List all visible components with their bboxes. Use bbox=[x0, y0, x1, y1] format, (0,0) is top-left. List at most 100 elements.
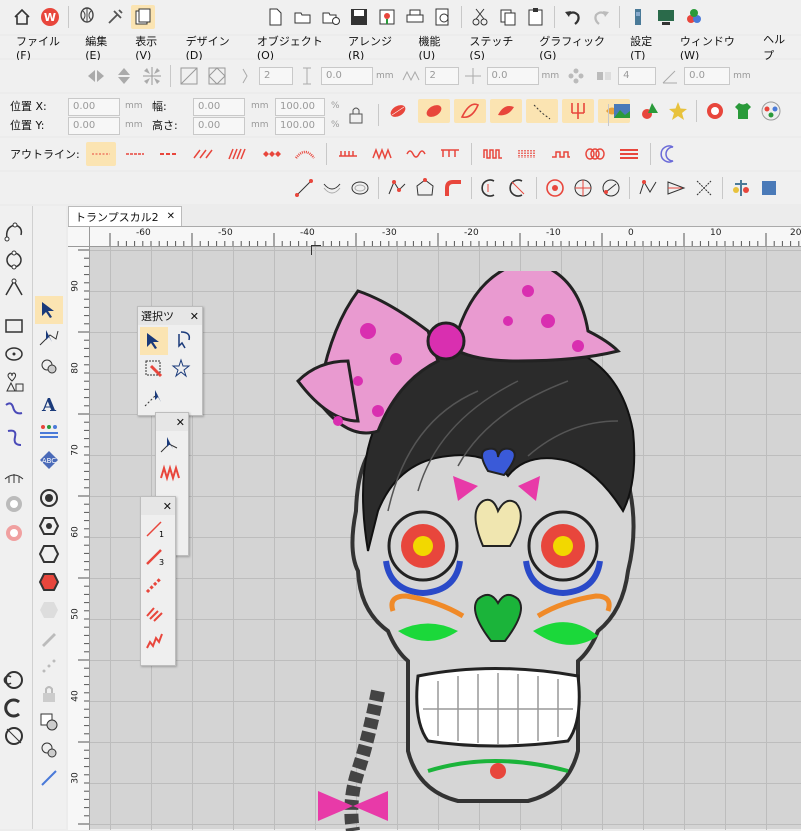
home-icon[interactable] bbox=[10, 5, 34, 29]
undo-icon[interactable] bbox=[561, 5, 585, 29]
shapes-icon[interactable] bbox=[0, 368, 28, 396]
castle-outline-icon[interactable] bbox=[546, 142, 576, 166]
stitch-angle-icon[interactable] bbox=[636, 176, 660, 200]
panel-close-icon[interactable]: ✕ bbox=[163, 500, 172, 513]
redo-icon[interactable] bbox=[589, 5, 613, 29]
wave-outline-icon[interactable] bbox=[401, 142, 431, 166]
chain-outline-icon[interactable] bbox=[580, 142, 610, 166]
shapes-icon[interactable] bbox=[638, 99, 662, 123]
satin-outline-icon[interactable] bbox=[222, 142, 252, 166]
applique-icon[interactable] bbox=[703, 99, 727, 123]
position-x-input[interactable]: 0.00 bbox=[68, 98, 120, 116]
open-recent-icon[interactable] bbox=[319, 5, 343, 29]
menu-item[interactable]: グラフィック(G) bbox=[531, 33, 622, 62]
arc-tool-icon[interactable] bbox=[320, 176, 344, 200]
cut-icon[interactable] bbox=[468, 5, 492, 29]
tatami-stitch-icon[interactable] bbox=[418, 99, 450, 123]
run-outline-icon[interactable] bbox=[85, 142, 116, 166]
hexagon-disabled-icon[interactable] bbox=[35, 596, 63, 624]
ellipse-icon[interactable] bbox=[0, 340, 28, 368]
select-arrow-icon[interactable] bbox=[35, 296, 63, 324]
stitch-select-icon[interactable] bbox=[140, 383, 168, 411]
array-icon[interactable] bbox=[564, 64, 588, 88]
stitch-player-icon[interactable] bbox=[35, 736, 63, 764]
cut-circle-icon[interactable] bbox=[0, 722, 28, 750]
hexagon-icon[interactable] bbox=[35, 512, 63, 540]
cut-shape-icon[interactable] bbox=[478, 176, 502, 200]
radial-fill-icon[interactable] bbox=[543, 176, 567, 200]
square-wave-outline-icon[interactable] bbox=[478, 142, 508, 166]
picture-icon[interactable] bbox=[610, 99, 634, 123]
new-icon[interactable] bbox=[263, 5, 287, 29]
menu-item[interactable]: デザイン(D) bbox=[178, 33, 249, 62]
angle-d-icon[interactable] bbox=[658, 64, 682, 88]
closed-object-icon[interactable] bbox=[0, 218, 28, 246]
degree-field[interactable]: 0.0 bbox=[684, 67, 731, 85]
position-y-input[interactable]: 0.00 bbox=[68, 117, 120, 135]
colors-icon[interactable] bbox=[682, 5, 706, 29]
menu-item[interactable]: 表示(V) bbox=[127, 33, 177, 62]
dots-disabled-icon[interactable] bbox=[35, 652, 63, 680]
backstitch-outline-icon[interactable] bbox=[154, 142, 184, 166]
polygon-tool-icon[interactable] bbox=[413, 176, 437, 200]
run-stitch-icon[interactable] bbox=[526, 99, 558, 123]
height-percent-input[interactable]: 100.00 bbox=[275, 117, 325, 135]
sort-icon[interactable] bbox=[757, 176, 781, 200]
repeat-field[interactable]: 4 bbox=[618, 67, 657, 85]
arrow-direction-icon[interactable] bbox=[664, 176, 688, 200]
select-object-icon[interactable] bbox=[140, 327, 168, 355]
fork-stitch-icon[interactable] bbox=[562, 99, 594, 123]
monogram-icon[interactable] bbox=[0, 462, 28, 490]
menu-item[interactable]: ファイル(F) bbox=[8, 33, 77, 62]
menu-item[interactable]: ウィンドウ(W) bbox=[672, 33, 755, 62]
curve-tool-icon[interactable] bbox=[441, 176, 465, 200]
print-preview-icon[interactable] bbox=[431, 5, 455, 29]
zigzag-line-icon[interactable] bbox=[141, 627, 169, 655]
tab-close-icon[interactable]: ✕ bbox=[167, 211, 175, 222]
design-view-icon[interactable] bbox=[654, 5, 678, 29]
cc-icon[interactable] bbox=[0, 666, 28, 694]
rotate-frame-icon[interactable] bbox=[205, 64, 229, 88]
menu-item[interactable]: ヘルプ bbox=[755, 31, 801, 63]
copy-icon[interactable] bbox=[496, 5, 520, 29]
zigzag-outline-icon[interactable] bbox=[367, 142, 397, 166]
badge-text-icon[interactable]: ABC bbox=[35, 446, 63, 474]
red-hexagon-icon[interactable] bbox=[35, 568, 63, 596]
balloon-icon[interactable] bbox=[75, 5, 99, 29]
count-field[interactable]: 2 bbox=[424, 67, 459, 85]
height-icon[interactable] bbox=[295, 64, 319, 88]
reshape-icon[interactable] bbox=[385, 176, 409, 200]
open-icon[interactable] bbox=[291, 5, 315, 29]
color-balls-icon[interactable] bbox=[759, 99, 783, 123]
menu-item[interactable]: ステッチ(S) bbox=[461, 33, 531, 62]
line-tool-icon[interactable] bbox=[292, 176, 316, 200]
clipboard-icon[interactable] bbox=[131, 5, 155, 29]
group-icon[interactable] bbox=[35, 708, 63, 736]
blanket-outline-icon[interactable] bbox=[333, 142, 363, 166]
freehand-icon[interactable] bbox=[0, 274, 28, 302]
print-icon[interactable] bbox=[403, 5, 427, 29]
width-percent-input[interactable]: 100.00 bbox=[275, 98, 325, 116]
lock-proportion-icon[interactable] bbox=[344, 103, 368, 127]
stem-outline-icon[interactable] bbox=[188, 142, 218, 166]
moon-icon[interactable] bbox=[657, 142, 681, 166]
height-input[interactable]: 0.00 bbox=[193, 117, 245, 135]
c-shape-icon[interactable] bbox=[0, 694, 28, 722]
sugar-skull-embroidery[interactable] bbox=[278, 271, 648, 831]
satin-stitch-icon[interactable] bbox=[382, 99, 414, 123]
circle-target-icon[interactable] bbox=[35, 484, 63, 512]
dotted-outline-icon[interactable] bbox=[512, 142, 542, 166]
needle-icon[interactable] bbox=[35, 764, 63, 792]
multi-line-outline-icon[interactable] bbox=[614, 142, 644, 166]
color-sequence-icon[interactable] bbox=[729, 176, 753, 200]
cross-measure-icon[interactable] bbox=[461, 64, 485, 88]
wilcom-logo-icon[interactable]: W bbox=[38, 5, 62, 29]
start-stop-icon[interactable] bbox=[599, 176, 623, 200]
wave-stitch-icon[interactable] bbox=[490, 99, 522, 123]
flip-both-icon[interactable] bbox=[140, 64, 164, 88]
team-names-icon[interactable] bbox=[35, 418, 63, 446]
triple-run-outline-icon[interactable] bbox=[120, 142, 150, 166]
menu-item[interactable]: アレンジ(R) bbox=[340, 33, 410, 62]
text-tool-icon[interactable]: A bbox=[35, 390, 63, 418]
red-zigzag-icon[interactable] bbox=[156, 459, 184, 487]
